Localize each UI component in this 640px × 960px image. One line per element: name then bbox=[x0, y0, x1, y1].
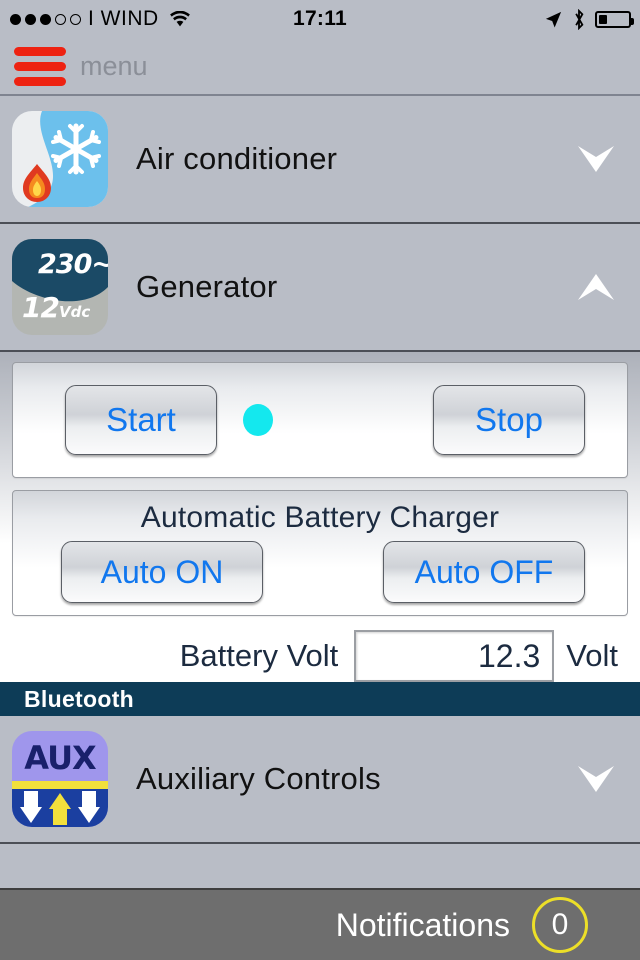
menu-label: menu bbox=[80, 50, 148, 81]
battery-charger-title: Automatic Battery Charger bbox=[140, 501, 500, 534]
list-item-label: Generator bbox=[136, 269, 278, 304]
battery-icon bbox=[595, 10, 634, 28]
auto-on-button[interactable]: Auto ON bbox=[61, 541, 263, 603]
generator-control-panel: Start Stop Automatic Battery Charger Aut… bbox=[0, 352, 640, 682]
generator-icon-dc-text: 12Vdc bbox=[22, 291, 91, 324]
notifications-count-badge[interactable]: 0 bbox=[532, 897, 588, 953]
arrow-down-right-icon bbox=[78, 791, 100, 823]
location-arrow-icon bbox=[545, 11, 562, 27]
battery-charger-panel: Automatic Battery Charger Auto ON Auto O… bbox=[12, 490, 628, 616]
generator-status-led bbox=[243, 404, 273, 436]
status-bar-right bbox=[544, 0, 634, 38]
list-item-label: Auxiliary Controls bbox=[136, 761, 381, 796]
flame-icon bbox=[23, 164, 51, 202]
battery-volt-row: Battery Volt 12.3 Volt bbox=[12, 616, 628, 682]
list-item-air-conditioner[interactable]: Air conditioner bbox=[0, 96, 640, 224]
chevron-down-icon[interactable] bbox=[574, 142, 618, 176]
battery-charger-buttons: Auto ON Auto OFF bbox=[13, 535, 627, 603]
notifications-label: Notifications bbox=[335, 906, 510, 943]
status-bar: I WIND 17:11 bbox=[0, 0, 640, 38]
chevron-down-icon[interactable] bbox=[574, 762, 618, 796]
app-screen: I WIND 17:11 menu Air conditioner 230~ 1… bbox=[0, 0, 640, 960]
list-item-label: Air conditioner bbox=[136, 141, 338, 176]
aux-icon: AUX bbox=[12, 731, 108, 827]
start-button[interactable]: Start bbox=[65, 385, 217, 455]
auto-off-button[interactable]: Auto OFF bbox=[383, 541, 585, 603]
hamburger-icon[interactable] bbox=[14, 46, 66, 86]
arrow-up-center-icon bbox=[49, 793, 71, 825]
list-item-generator[interactable]: 230~ 12Vdc Generator bbox=[0, 224, 640, 352]
chevron-up-icon[interactable] bbox=[574, 270, 618, 304]
battery-volt-value[interactable]: 12.3 bbox=[354, 630, 555, 682]
section-header-bluetooth: Bluetooth bbox=[0, 682, 640, 716]
snowflake-icon bbox=[51, 123, 101, 175]
section-header-label: Bluetooth bbox=[24, 685, 135, 712]
battery-volt-label: Battery Volt bbox=[179, 638, 339, 673]
air-conditioner-icon bbox=[12, 111, 108, 207]
battery-volt-unit: Volt bbox=[566, 638, 618, 673]
menu-bar[interactable]: menu bbox=[0, 38, 640, 96]
generator-icon-ac-text: 230~ bbox=[38, 249, 108, 280]
stop-button[interactable]: Stop bbox=[433, 385, 585, 455]
aux-icon-text: AUX bbox=[24, 739, 96, 777]
bluetooth-icon bbox=[575, 8, 584, 30]
notifications-bar[interactable]: Notifications 0 bbox=[0, 888, 640, 960]
start-stop-panel: Start Stop bbox=[12, 362, 628, 478]
list-item-auxiliary-controls[interactable]: AUX Auxiliary Controls bbox=[0, 716, 640, 844]
generator-icon: 230~ 12Vdc bbox=[12, 239, 108, 335]
arrow-down-left-icon bbox=[20, 791, 42, 823]
